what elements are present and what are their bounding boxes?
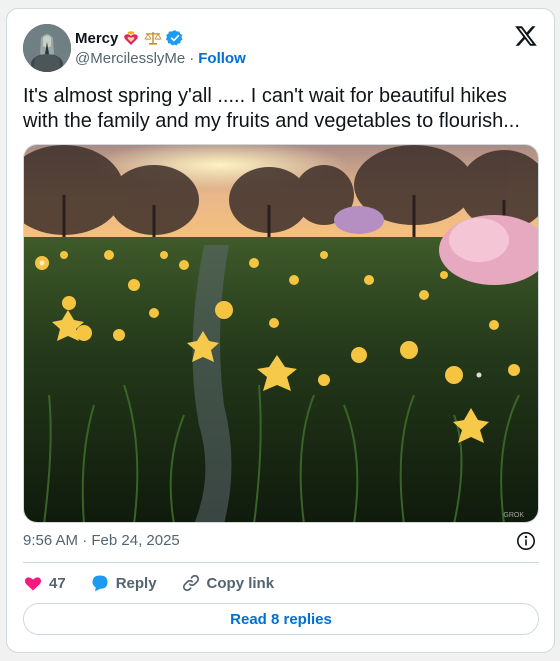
copy-link-label: Copy link [206, 574, 275, 592]
reply-bubble-icon [92, 575, 108, 592]
tweet-embed-card: Mercy @MercilesslyMe · Follow It's almos… [6, 8, 555, 653]
name-row: Mercy [75, 28, 184, 48]
action-bar: 47 Reply Copy link [23, 572, 298, 594]
scales-icon [144, 29, 163, 47]
reply-label: Reply [115, 574, 157, 592]
author-handle[interactable]: @MercilesslyMe [75, 50, 185, 67]
display-name[interactable]: Mercy [75, 30, 118, 47]
author-avatar[interactable] [23, 24, 71, 72]
flaming-heart-icon [122, 29, 140, 47]
read-replies-label: Read 8 replies [230, 610, 332, 628]
verified-badge-icon [166, 29, 184, 47]
read-replies-button[interactable]: Read 8 replies [23, 603, 539, 635]
copy-link-button[interactable]: Copy link [181, 573, 275, 593]
info-icon[interactable] [515, 530, 537, 552]
handle-separator: · [189, 50, 195, 67]
link-icon [182, 574, 199, 592]
x-logo-icon[interactable] [514, 24, 538, 48]
daffodil-field-image: GROK [24, 145, 538, 522]
handle-row: @MercilesslyMe · Follow [75, 50, 246, 67]
divider [23, 562, 539, 563]
tweet-timestamp[interactable]: 9:56 AM · Feb 24, 2025 [23, 532, 180, 549]
tweet-text: It's almost spring y'all ..... I can't w… [23, 85, 520, 132]
like-button[interactable]: 47 [23, 573, 66, 593]
like-count: 47 [49, 574, 66, 592]
follow-link[interactable]: Follow [198, 50, 246, 67]
media-watermark: GROK [503, 512, 524, 519]
heart-icon [24, 577, 42, 591]
tweet-media-image[interactable]: GROK [23, 144, 539, 523]
reply-button[interactable]: Reply [90, 573, 157, 593]
